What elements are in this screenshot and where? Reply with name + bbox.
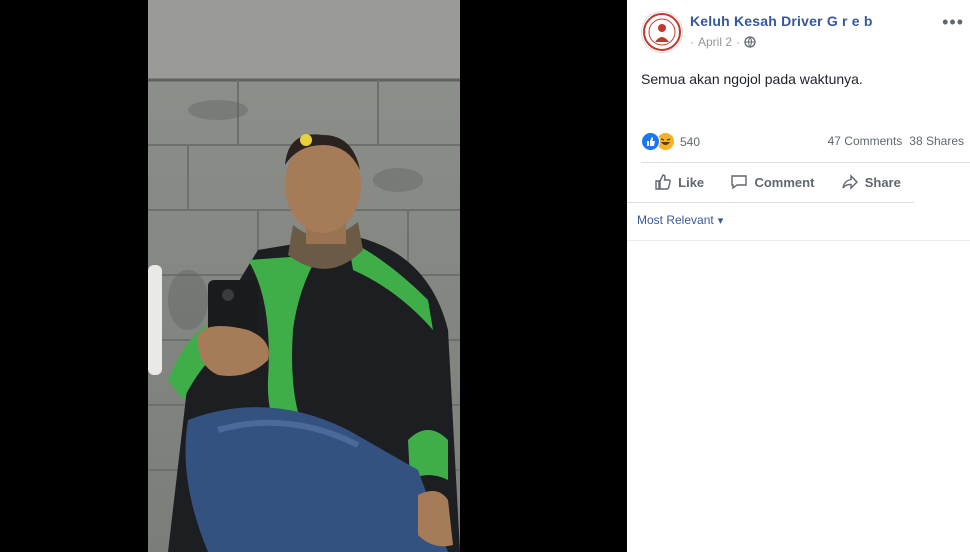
page-name[interactable]: Keluh Kesah Driver G r e b: [690, 13, 873, 29]
divider: [627, 240, 970, 241]
photo-viewer: [0, 0, 627, 552]
post-actions: Like Comment Share: [641, 163, 914, 201]
share-label: Share: [864, 174, 901, 190]
post-panel: Keluh Kesah Driver G r e b · April 2 · •…: [627, 0, 970, 552]
thumbs-up-icon: [655, 174, 671, 190]
post-meta: · April 2 ·: [690, 35, 756, 49]
avatar-logo-icon: [643, 13, 681, 51]
divider: [627, 202, 914, 203]
comments-filter-dropdown[interactable]: Most Relevant ▾: [637, 213, 723, 227]
more-options-icon[interactable]: •••: [942, 12, 964, 33]
post-date[interactable]: April 2: [698, 35, 732, 49]
page-avatar[interactable]: [641, 11, 683, 53]
share-button[interactable]: Share: [841, 173, 901, 191]
shares-count[interactable]: 38 Shares: [909, 134, 964, 148]
post-photo[interactable]: [148, 0, 460, 552]
reactions-summary[interactable]: 540: [641, 132, 700, 151]
comments-filter-label: Most Relevant: [637, 213, 714, 227]
like-reaction-icon: [641, 132, 660, 151]
photo-image: [148, 0, 460, 552]
engagement-counts: 47 Comments 38 Shares: [828, 134, 964, 148]
meta-separator-2: ·: [736, 35, 741, 49]
reaction-count: 540: [680, 134, 701, 149]
post-message: Semua akan ngojol pada waktunya.: [641, 71, 863, 87]
dropdown-caret-icon: ▾: [717, 214, 724, 227]
comment-label: Comment: [754, 174, 815, 190]
like-label: Like: [678, 174, 705, 190]
comments-count[interactable]: 47 Comments: [828, 134, 903, 148]
meta-separator: ·: [690, 35, 694, 49]
comment-icon: [731, 175, 748, 190]
comment-button[interactable]: Comment: [730, 173, 814, 191]
globe-icon: [744, 36, 756, 48]
like-button[interactable]: Like: [654, 173, 704, 191]
share-arrow-icon: [842, 174, 858, 190]
